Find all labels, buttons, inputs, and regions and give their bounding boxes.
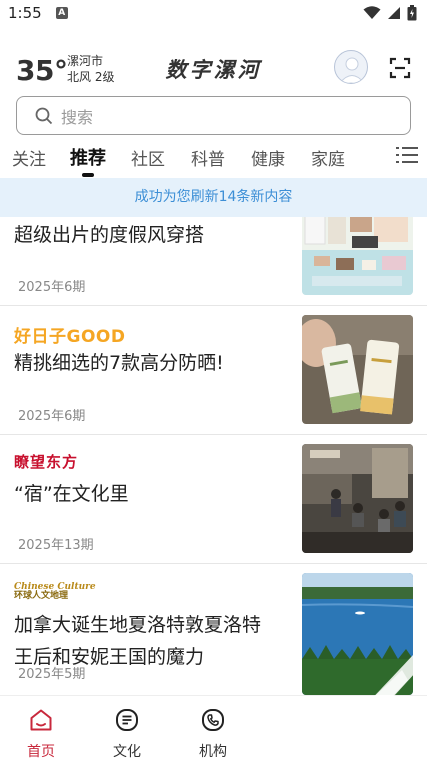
fashion-collage-image	[302, 217, 413, 295]
tab-follow[interactable]: 关注	[12, 145, 46, 170]
status-time: 1:55	[8, 4, 42, 22]
weather-wind[interactable]: 北风 2级	[67, 68, 114, 85]
nav-institutions-label: 机构	[199, 744, 227, 760]
refresh-banner: 成功为您刷新14条新内容	[0, 178, 427, 217]
sunscreen-tubes-image	[302, 315, 413, 424]
avatar[interactable]	[334, 50, 368, 84]
article-issue: 2025年13期	[18, 538, 94, 553]
article-title[interactable]: “宿”在文化里	[14, 478, 284, 510]
article-issue: 2025年5期	[18, 667, 86, 682]
article-title[interactable]: 精挑细选的7款高分防晒!	[14, 347, 284, 379]
nav-culture[interactable]: 文化	[87, 696, 167, 764]
article-thumbnail[interactable]	[302, 444, 413, 553]
article-thumbnail[interactable]	[302, 573, 413, 695]
status-icons	[363, 5, 417, 21]
search-placeholder: 搜索	[61, 107, 94, 127]
wifi-icon	[363, 6, 381, 19]
signal-icon	[388, 7, 400, 19]
article-source-logo: 瞭望东方	[14, 453, 79, 471]
article-issue: 2025年6期	[18, 409, 86, 424]
app-header: 35° 漯河市 北风 2级 数字漯河	[0, 44, 427, 94]
weather-temperature[interactable]: 35°	[16, 54, 68, 87]
weather-city[interactable]: 漯河市	[67, 52, 103, 69]
nav-home-label: 首页	[27, 744, 55, 760]
search-icon	[35, 107, 53, 124]
tab-family[interactable]: 家庭	[311, 145, 345, 170]
phone-icon	[202, 709, 224, 731]
nav-home[interactable]: 首页	[1, 696, 81, 764]
article-feed: 超级出片的度假风穿搭 2025年6期 好日子GOOD 精挑细选的7款高分防晒! …	[0, 217, 427, 695]
user-icon	[339, 57, 365, 83]
lake-landscape-image	[302, 573, 413, 695]
nav-institutions[interactable]: 机构	[173, 696, 253, 764]
article-source-logo: Chinese Culture 环球人文地理	[14, 583, 96, 601]
status-bar: 1:55 A	[0, 0, 427, 26]
tab-recommend[interactable]: 推荐	[70, 144, 106, 170]
article-title[interactable]: 超级出片的度假风穿搭	[14, 219, 284, 251]
battery-icon	[407, 5, 417, 21]
article-thumbnail[interactable]	[302, 217, 413, 295]
article-issue: 2025年6期	[18, 280, 86, 295]
tab-health[interactable]: 健康	[251, 145, 285, 170]
tab-science[interactable]: 科普	[191, 145, 225, 170]
home-icon	[30, 709, 52, 731]
nav-culture-label: 文化	[113, 744, 141, 760]
courtyard-gathering-image	[302, 444, 413, 553]
article-card[interactable]: Chinese Culture 环球人文地理 加拿大诞生地夏洛特敦夏洛特王后和安…	[0, 564, 427, 695]
notification-icon: A	[55, 7, 68, 19]
scan-icon[interactable]	[388, 56, 412, 80]
article-source-logo: 好日子GOOD	[14, 327, 126, 347]
category-tabs: 关注 推荐 社区 科普 健康 家庭	[0, 140, 427, 177]
article-card[interactable]: 超级出片的度假风穿搭 2025年6期	[0, 217, 427, 306]
tab-community[interactable]: 社区	[131, 145, 165, 170]
article-source-line2: 环球人文地理	[14, 591, 69, 601]
article-thumbnail[interactable]	[302, 315, 413, 424]
article-card[interactable]: 瞭望东方 “宿”在文化里 2025年13期	[0, 435, 427, 564]
search-input[interactable]: 搜索	[16, 96, 411, 135]
article-card[interactable]: 好日子GOOD 精挑细选的7款高分防晒! 2025年6期	[0, 306, 427, 435]
document-icon	[116, 709, 138, 731]
bottom-nav: 首页 文化 机构	[0, 695, 427, 764]
menu-icon[interactable]	[396, 146, 418, 164]
tab-indicator	[82, 173, 94, 177]
